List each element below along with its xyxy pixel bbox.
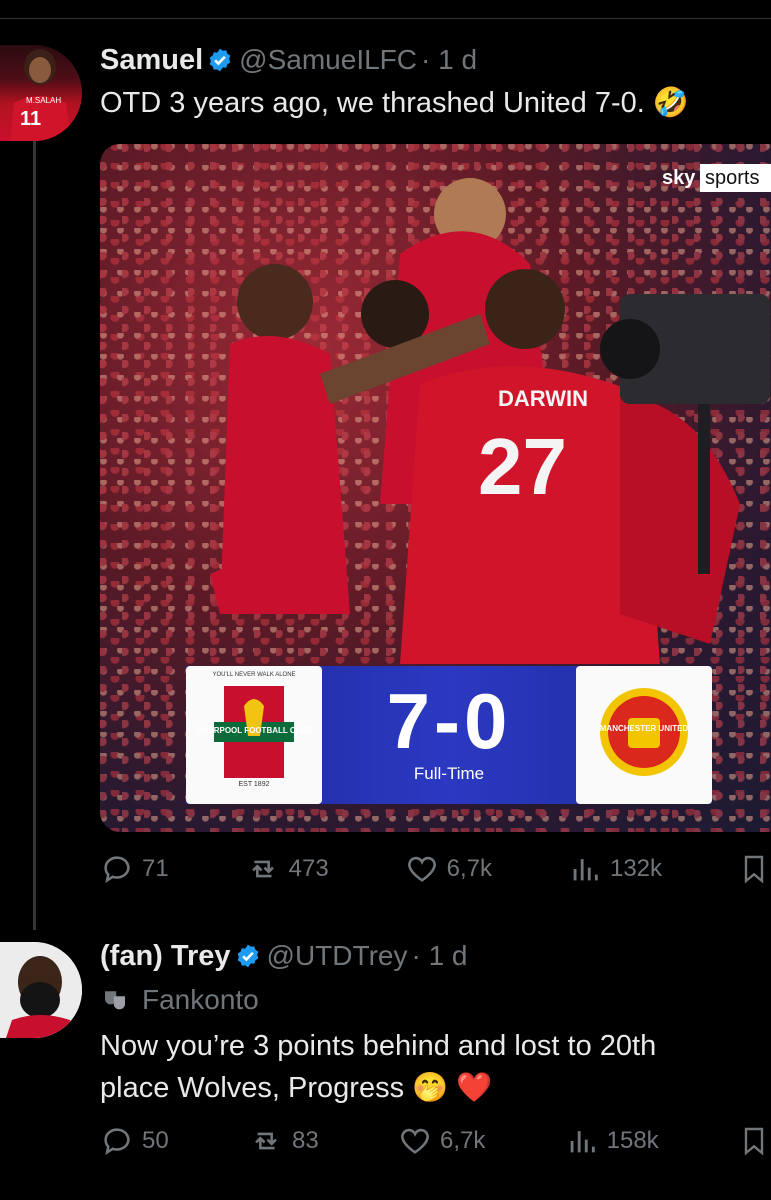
- reply-button[interactable]: 71: [100, 852, 169, 886]
- avatar[interactable]: [0, 942, 82, 1038]
- reply-count: 71: [142, 855, 169, 882]
- bookmark-button[interactable]: [738, 1124, 770, 1158]
- verified-badge-icon: [207, 47, 233, 78]
- tweet-media-image[interactable]: sky sports DARWIN 27 7-0 Full-Time YOU'L…: [100, 144, 771, 832]
- like-button[interactable]: 6,7k: [398, 1124, 485, 1158]
- tweet-text-line-1: Now you’re 3 points behind and lost to 2…: [100, 1030, 657, 1062]
- crest-team-name: MANCHESTER UNITED: [599, 724, 689, 733]
- liverpool-crest: YOU'LL NEVER WALK ALONE LIVERPOOL FOOTBA…: [186, 666, 322, 804]
- bookmark-icon: [744, 855, 764, 884]
- top-divider: [0, 18, 771, 19]
- views-icon: [573, 859, 598, 881]
- crest-team-name: LIVERPOOL FOOTBALL CLUB: [195, 726, 313, 735]
- user-handle[interactable]: @UTDTrey: [267, 940, 408, 971]
- repost-button[interactable]: 83: [248, 1124, 319, 1158]
- timestamp[interactable]: · 1 d: [421, 44, 477, 75]
- avatar-image: [0, 942, 82, 1038]
- like-count: 6,7k: [439, 1127, 486, 1154]
- views-button[interactable]: 132k: [568, 852, 662, 886]
- parody-masks-icon: [105, 991, 125, 1010]
- shirt-number: 27: [478, 422, 567, 511]
- repost-button[interactable]: 473: [245, 852, 329, 886]
- display-name[interactable]: Samuel: [100, 44, 203, 76]
- tweet-actions: 50 83 6,7k 158k: [100, 1124, 770, 1158]
- timestamp[interactable]: · 1 d: [411, 940, 467, 971]
- tweet-actions: 71 473 6,7k 132k: [100, 852, 770, 886]
- account-label-text: Fankonto: [142, 984, 259, 1015]
- views-icon: [570, 1131, 595, 1153]
- display-name[interactable]: (fan) Trey: [100, 940, 231, 972]
- broadcaster-logo-sports: sports: [705, 167, 759, 189]
- heart-icon: [401, 1128, 429, 1154]
- tweet-text: OTD 3 years ago, we thrashed United 7-0.…: [100, 87, 689, 119]
- crest-motto: YOU'LL NEVER WALK ALONE: [212, 672, 296, 678]
- bookmark-button[interactable]: [738, 852, 770, 886]
- reply-icon: [104, 1128, 130, 1155]
- like-count: 6,7k: [446, 855, 493, 882]
- avatar-image: M.SALAH 11: [10, 49, 72, 141]
- crest-est: EST 1892: [238, 781, 270, 788]
- repost-icon: [251, 860, 274, 878]
- thread-connector: [33, 140, 36, 930]
- repost-count: 473: [288, 855, 329, 882]
- avatar-number: 11: [20, 108, 41, 130]
- shirt-name: DARWIN: [498, 386, 588, 411]
- tweet-text-line-2: place Wolves, Progress 🤭 ❤️: [100, 1072, 493, 1104]
- manchester-united-crest: MANCHESTER UNITED: [576, 666, 712, 804]
- reply-icon: [104, 856, 130, 883]
- tweet-header: (fan) Trey @UTDTrey · 1 d: [100, 940, 468, 974]
- view-count: 158k: [606, 1127, 659, 1154]
- avatar[interactable]: M.SALAH 11: [0, 45, 82, 141]
- user-handle[interactable]: @SamueILFC: [239, 44, 417, 75]
- reply-button[interactable]: 50: [100, 1124, 169, 1158]
- verified-badge-icon: [235, 943, 261, 974]
- heart-icon: [407, 856, 436, 882]
- repost-icon: [255, 1132, 277, 1150]
- bookmark-icon: [744, 1127, 764, 1156]
- tweet-header: Samuel @SamueILFC · 1 d: [100, 44, 477, 78]
- avatar-label: M.SALAH: [26, 96, 61, 105]
- views-button[interactable]: 158k: [565, 1124, 659, 1158]
- reply-count: 50: [142, 1127, 169, 1154]
- view-count: 132k: [609, 855, 663, 882]
- broadcaster-logo-sky: sky: [662, 167, 696, 189]
- like-button[interactable]: 6,7k: [405, 852, 492, 886]
- account-label: Fankonto: [100, 984, 259, 1016]
- repost-count: 83: [291, 1127, 319, 1154]
